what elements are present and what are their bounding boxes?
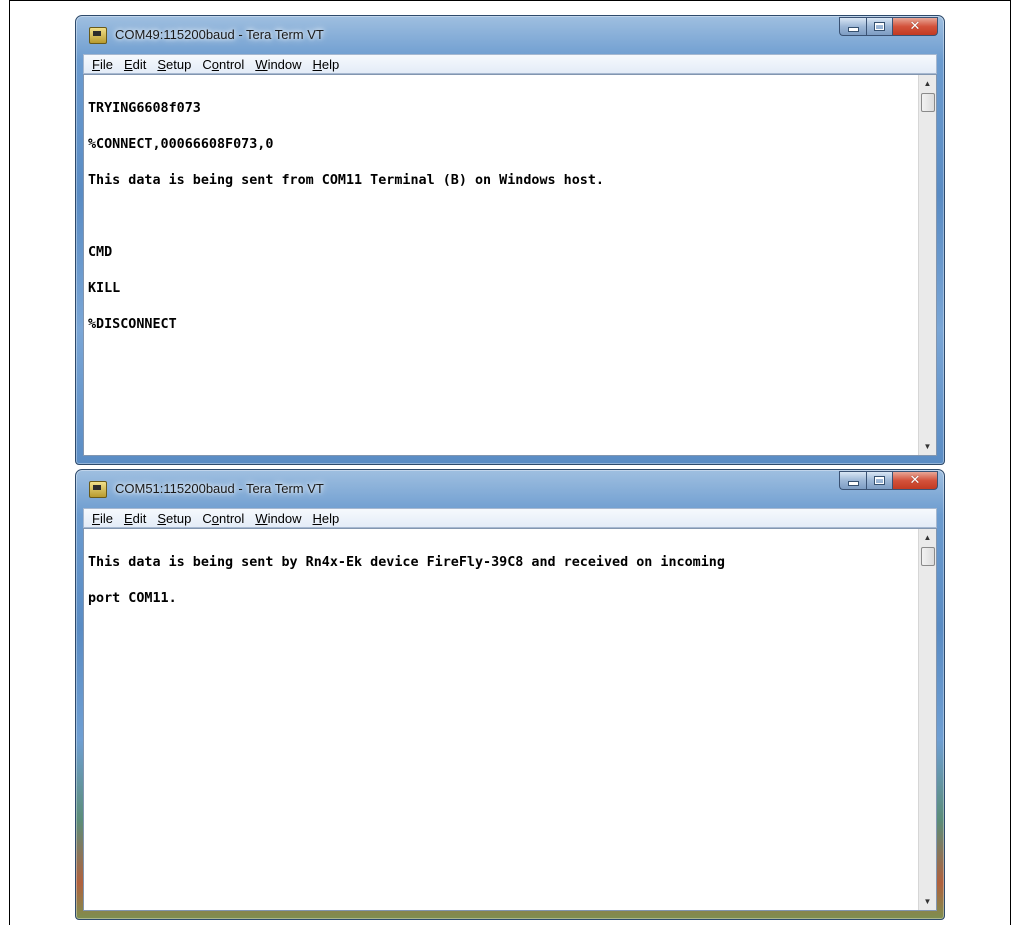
- terminal-line: This data is being sent by Rn4x-Ek devic…: [88, 555, 725, 570]
- close-button[interactable]: ✕: [892, 17, 938, 36]
- menu-setup[interactable]: Setup: [157, 57, 191, 72]
- menu-bar: File Edit Setup Control Window Help: [83, 508, 937, 528]
- terminal-area[interactable]: This data is being sent by Rn4x-Ek devic…: [83, 528, 937, 911]
- menu-window[interactable]: Window: [255, 57, 301, 72]
- terminal-line: CMD: [88, 245, 113, 260]
- minimize-button[interactable]: [839, 471, 866, 490]
- scroll-down-arrow-icon[interactable]: ▼: [919, 438, 936, 455]
- vertical-scrollbar[interactable]: ▲ ▼: [918, 75, 936, 455]
- window-title: COM49:115200baud - Tera Term VT: [115, 27, 324, 42]
- terminal-output: This data is being sent by Rn4x-Ek devic…: [88, 533, 914, 910]
- maximize-icon: [874, 476, 885, 485]
- menu-help[interactable]: Help: [313, 57, 340, 72]
- maximize-button[interactable]: [866, 17, 892, 36]
- terminal-line: TRYING6608f073: [88, 101, 201, 116]
- menu-help[interactable]: Help: [313, 511, 340, 526]
- scroll-up-arrow-icon[interactable]: ▲: [919, 529, 936, 546]
- scroll-down-arrow-icon[interactable]: ▼: [919, 893, 936, 910]
- minimize-icon: [847, 27, 859, 32]
- window-title: COM51:115200baud - Tera Term VT: [115, 481, 324, 496]
- menu-control[interactable]: Control: [202, 511, 244, 526]
- menu-edit[interactable]: Edit: [124, 57, 146, 72]
- close-icon: ✕: [909, 19, 921, 34]
- close-icon: ✕: [909, 473, 921, 488]
- minimize-button[interactable]: [839, 17, 866, 36]
- menu-file[interactable]: File: [92, 57, 113, 72]
- terminal-line: KILL: [88, 281, 121, 296]
- terminal-line: %DISCONNECT: [88, 317, 177, 332]
- close-button[interactable]: ✕: [892, 471, 938, 490]
- caption-buttons: ✕: [839, 17, 938, 37]
- scroll-thumb[interactable]: [921, 547, 935, 566]
- minimize-icon: [847, 481, 859, 486]
- scroll-thumb[interactable]: [921, 93, 935, 112]
- maximize-button[interactable]: [866, 471, 892, 490]
- title-bar[interactable]: COM49:115200baud - Tera Term VT ✕: [76, 16, 944, 54]
- menu-edit[interactable]: Edit: [124, 511, 146, 526]
- maximize-icon: [874, 22, 885, 31]
- terminal-area[interactable]: TRYING6608f073 %CONNECT,00066608F073,0 T…: [83, 74, 937, 456]
- terminal-line: port COM11.: [88, 591, 177, 606]
- terminal-line: %CONNECT,00066608F073,0: [88, 137, 274, 152]
- menu-file[interactable]: File: [92, 511, 113, 526]
- menu-control[interactable]: Control: [202, 57, 244, 72]
- terminal-output: TRYING6608f073 %CONNECT,00066608F073,0 T…: [88, 79, 914, 455]
- tera-term-app-icon[interactable]: [89, 481, 107, 498]
- menu-bar: File Edit Setup Control Window Help: [83, 54, 937, 74]
- caption-buttons: ✕: [839, 471, 938, 491]
- tera-term-window-com49[interactable]: COM49:115200baud - Tera Term VT ✕ File E…: [75, 15, 945, 465]
- vertical-scrollbar[interactable]: ▲ ▼: [918, 529, 936, 910]
- menu-window[interactable]: Window: [255, 511, 301, 526]
- tera-term-window-com51[interactable]: COM51:115200baud - Tera Term VT ✕ File E…: [75, 469, 945, 920]
- title-bar[interactable]: COM51:115200baud - Tera Term VT ✕: [76, 470, 944, 508]
- terminal-line: This data is being sent from COM11 Termi…: [88, 173, 604, 188]
- tera-term-app-icon[interactable]: [89, 27, 107, 44]
- scroll-up-arrow-icon[interactable]: ▲: [919, 75, 936, 92]
- menu-setup[interactable]: Setup: [157, 511, 191, 526]
